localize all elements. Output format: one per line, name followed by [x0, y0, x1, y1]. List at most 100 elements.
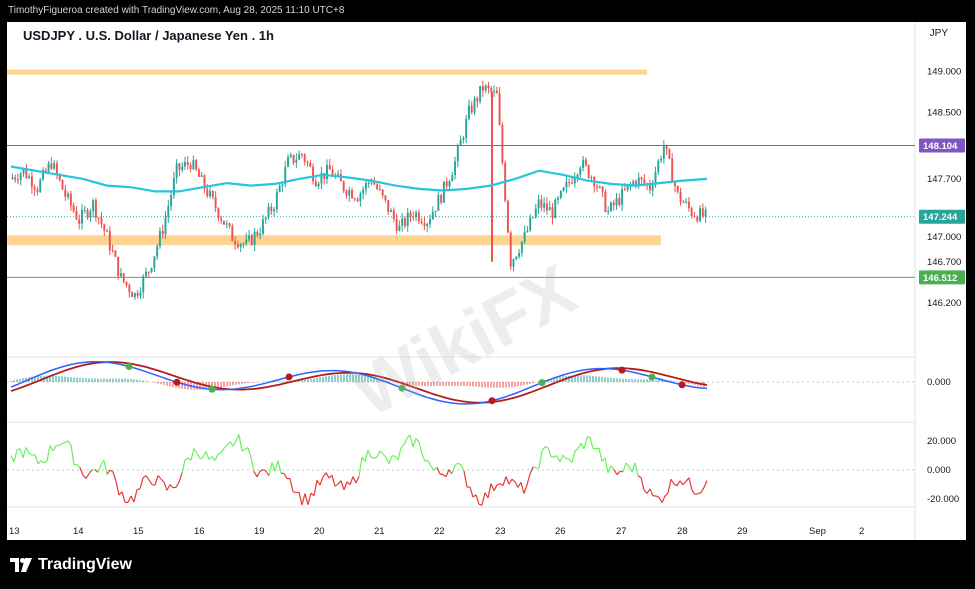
oscillator-line-segment [625, 462, 630, 467]
symbol-title: USDJPY . U.S. Dollar / Japanese Yen . 1h [23, 28, 274, 43]
candle-body [456, 145, 459, 162]
candle-body [640, 177, 643, 180]
oscillator-line-segment [115, 480, 120, 496]
oscillator-line-segment [262, 469, 267, 472]
candle-body [145, 271, 147, 277]
candle-body [64, 189, 67, 197]
candle-body [604, 191, 607, 212]
oscillator-line-segment [205, 451, 210, 460]
oscillator-line-segment [463, 470, 468, 488]
tradingview-icon [10, 558, 32, 572]
oscillator-line-segment [34, 454, 39, 464]
candle-body [326, 164, 328, 179]
candle-body [487, 85, 490, 89]
candle-body [367, 182, 370, 184]
oscillator-line-segment [490, 483, 495, 491]
candle-body [278, 185, 281, 192]
oscillator-line-segment [580, 442, 585, 450]
oscillator-line-segment [25, 447, 30, 454]
candle-body [362, 189, 365, 194]
candle-body [470, 105, 473, 113]
oscillator-line-segment [604, 457, 609, 474]
oscillator-line-segment [397, 447, 402, 461]
oscillator-line-segment [274, 460, 279, 472]
oscillator-line-segment [253, 471, 258, 478]
candle-body [72, 205, 75, 212]
oscillator-line-segment [133, 489, 138, 503]
candle-body [245, 239, 248, 244]
candle-body [111, 250, 114, 252]
candle-body [47, 163, 50, 172]
oscillator-line-segment [388, 455, 393, 464]
oscillator-line-segment [43, 460, 48, 464]
support-zone [7, 235, 661, 246]
oscillator-line-segment [376, 450, 381, 458]
candle-body [239, 244, 242, 248]
oscillator-line-segment [22, 447, 27, 458]
oscillator-line-segment [241, 448, 246, 452]
oscillator-line-segment [649, 488, 654, 497]
candle-body [164, 217, 167, 235]
oscillator-line-segment [598, 447, 603, 462]
oscillator-line-segment [181, 459, 186, 474]
oscillator-line-segment [529, 466, 534, 475]
candle-body [89, 211, 92, 218]
oscillator-line-segment [226, 441, 231, 446]
oscillator-line-segment [457, 462, 462, 466]
oscillator-line-segment [268, 462, 273, 476]
macd-cross-marker [208, 385, 216, 393]
candle-body [195, 160, 198, 170]
oscillator-line-segment [571, 450, 576, 463]
candle-body [623, 189, 626, 191]
oscillator-line-segment [526, 473, 531, 486]
oscillator-line-segment [202, 451, 207, 458]
oscillator-line-segment [319, 476, 324, 486]
oscillator-line-segment [427, 460, 432, 467]
candle-body [598, 186, 601, 188]
oscillator-line-segment [511, 478, 516, 483]
oscillator-tick-label: -20.000 [927, 494, 959, 505]
oscillator-line-segment [196, 452, 201, 460]
oscillator-line-segment [565, 457, 570, 460]
candle-body [312, 166, 315, 182]
candle-body [353, 198, 356, 200]
price-chart[interactable]: 149.000 148.500 147.700 147.000 146.700 146.2… [7, 22, 966, 540]
tradingview-logo[interactable]: TradingView [10, 556, 132, 574]
price-badge-label: 146.512 [923, 273, 957, 284]
candle-body [287, 156, 289, 167]
oscillator-tick-label: 20.000 [927, 436, 956, 447]
oscillator-line-segment [643, 489, 648, 494]
oscillator-line-segment [208, 456, 213, 461]
candle-body [69, 193, 72, 206]
candle-body [548, 207, 551, 211]
candle-body [384, 195, 387, 200]
oscillator-line-segment [661, 495, 666, 503]
candle-body [189, 164, 192, 170]
macd-tick-label: 0.000 [927, 377, 951, 388]
candle-body [479, 86, 482, 102]
candle-body [242, 243, 245, 245]
candle-body [518, 252, 521, 257]
candle-body [289, 154, 292, 157]
oscillator-line-segment [199, 456, 204, 460]
candle-body [587, 165, 590, 178]
oscillator-line-segment [145, 475, 150, 481]
candle-body [295, 159, 298, 163]
oscillator-line-segment [184, 457, 189, 461]
candle-body [61, 179, 64, 190]
oscillator-line-segment [496, 483, 501, 486]
chart-panel[interactable]: 149.000 148.500 147.700 147.000 146.700 146.2… [7, 22, 966, 540]
oscillator-line-segment [547, 447, 552, 457]
candle-body [373, 182, 376, 185]
candle-body [217, 208, 220, 219]
oscillator-line-segment [127, 495, 132, 503]
oscillator-line-segment [301, 493, 306, 506]
time-tick-label: 21 [374, 526, 385, 537]
candle-body [303, 154, 306, 162]
oscillator-line-segment [403, 437, 408, 445]
oscillator-line-segment [532, 466, 537, 469]
candle-body [431, 211, 434, 220]
oscillator-line-segment [544, 446, 549, 449]
candle-body [596, 186, 599, 188]
candle-body [545, 203, 548, 211]
